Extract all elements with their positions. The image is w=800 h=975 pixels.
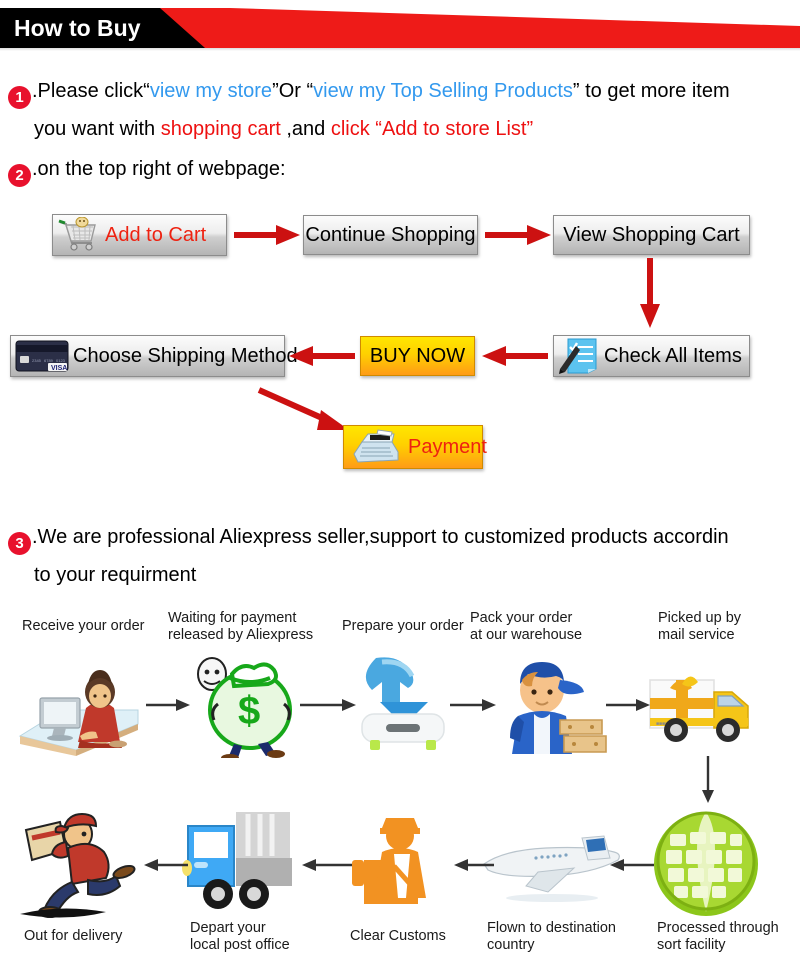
buy-now-button[interactable]: BUY NOW xyxy=(360,336,475,376)
arrow-check-to-buy-icon xyxy=(482,346,548,366)
checklist-icon xyxy=(559,338,597,374)
process-label-prepare-your-order: Prepare your order xyxy=(342,618,464,634)
process-label-pack-your-order: Pack your order at our warehouse xyxy=(470,610,583,643)
process-label-picked-up-by-mail-service: Picked up by mail service xyxy=(658,610,742,643)
step-2-badge: 2 xyxy=(8,164,31,187)
step-1-text-b: ”Or “ xyxy=(272,80,314,102)
process-label-processed-sort-facility: Processed through sort facility xyxy=(657,920,779,953)
running-courier-icon xyxy=(20,812,136,918)
process-label-receive-your-order: Receive your order xyxy=(22,618,145,634)
step-1-line2-b: ,and xyxy=(280,118,331,140)
banner-shadow xyxy=(0,48,800,51)
choose-shipping-method-button[interactable]: 2345 6789 0123 VISA Choose Shipping Method xyxy=(10,335,298,377)
person-at-computer-icon xyxy=(18,670,139,756)
post-truck-icon xyxy=(182,812,292,909)
step-3-line-2: to your requirment xyxy=(34,564,197,586)
step-3-badge: 3 xyxy=(8,532,31,555)
step-1-badge: 1 xyxy=(8,86,31,109)
credit-card-icon: 2345 6789 0123 VISA xyxy=(15,340,69,372)
step-3-line-1: 3 .We are professional Aliexpress seller,… xyxy=(8,518,729,556)
continue-shopping-button[interactable]: Continue Shopping xyxy=(303,215,478,255)
payment-label: Payment xyxy=(408,435,487,458)
process-label-out-for-delivery: Out for delivery xyxy=(24,928,123,944)
svg-text:0123: 0123 xyxy=(56,358,66,363)
process-arrow-6-icon xyxy=(302,859,352,871)
customs-officer-icon xyxy=(352,818,426,904)
shopping-cart-icon xyxy=(58,217,96,251)
step-2-line: 2 .on the top right of webpage: xyxy=(8,150,286,188)
process-arrow-down-icon xyxy=(702,756,714,803)
svg-text:6789: 6789 xyxy=(44,358,54,363)
svg-text:2345: 2345 xyxy=(32,358,42,363)
mail-truck-icon: ■■■■ ■■■■■ xyxy=(649,676,749,742)
process-arrow-4-icon xyxy=(606,699,650,711)
arrow-continue-to-view-icon xyxy=(485,225,551,245)
check-all-items-button[interactable]: Check All Items xyxy=(553,335,750,377)
check-all-items-label: Check All Items xyxy=(604,344,742,367)
arrow-buy-to-shipping-icon xyxy=(289,346,355,366)
step-1-line-2: you want with shopping cart ,and click “… xyxy=(34,110,533,148)
download-box-icon xyxy=(361,657,445,750)
step-1-text-c: ” to get more item xyxy=(572,80,730,102)
arrow-view-cart-down-icon xyxy=(640,258,660,328)
svg-text:VISA: VISA xyxy=(51,365,67,372)
view-shopping-cart-button[interactable]: View Shopping Cart xyxy=(553,215,750,255)
payment-button[interactable]: Payment xyxy=(343,425,487,469)
view-shopping-cart-label: View Shopping Cart xyxy=(563,223,740,246)
process-label-depart-local-post-office: Depart your local post office xyxy=(190,920,290,953)
arrow-shipping-to-payment-icon xyxy=(257,387,349,430)
choose-shipping-method-label: Choose Shipping Method xyxy=(73,344,298,367)
add-to-cart-label: Add to Cart xyxy=(105,223,207,246)
add-to-cart-button[interactable]: Add to Cart xyxy=(52,214,227,256)
cash-register-icon xyxy=(353,429,399,463)
view-top-selling-products-link[interactable]: view my Top Selling Products xyxy=(313,80,573,102)
warehouse-worker-icon xyxy=(510,662,607,754)
process-arrow-2-icon xyxy=(300,699,356,711)
process-arrow-8-icon xyxy=(610,859,654,871)
step-1-line-1: 1 .Please click“view my store”Or “view my… xyxy=(8,72,730,110)
view-my-store-link[interactable]: view my store xyxy=(150,80,272,102)
process-arrow-3-icon xyxy=(450,699,496,711)
page-header-banner: How to Buy xyxy=(0,8,800,48)
shopping-cart-text: shopping cart xyxy=(160,118,281,140)
step-1-line2-a: you want with xyxy=(34,118,161,140)
page-title: How to Buy xyxy=(14,15,141,41)
buy-now-label: BUY NOW xyxy=(369,344,466,367)
svg-text:$: $ xyxy=(238,689,260,733)
step-3-text: .We are professional Aliexpress seller,s… xyxy=(32,526,729,548)
continue-shopping-label: Continue Shopping xyxy=(305,223,476,246)
process-label-waiting-for-payment: Waiting for payment released by Aliexpre… xyxy=(168,610,314,643)
money-bag-icon: $ xyxy=(197,657,292,758)
globe-sort-icon xyxy=(654,811,758,916)
step-2-text: .on the top right of webpage: xyxy=(32,158,286,180)
process-label-flown-to-destination: Flown to destination country xyxy=(487,920,616,953)
add-to-store-list-text: click “Add to store List” xyxy=(330,118,534,140)
process-arrow-1-icon xyxy=(146,699,190,711)
arrow-add-to-continue-icon xyxy=(234,225,300,245)
process-label-clear-customs: Clear Customs xyxy=(350,928,446,944)
process-arrow-7-icon xyxy=(454,859,494,871)
step-1-text-a: .Please click“ xyxy=(32,80,150,102)
airplane-icon xyxy=(483,835,620,902)
process-arrow-5-icon xyxy=(144,859,188,871)
